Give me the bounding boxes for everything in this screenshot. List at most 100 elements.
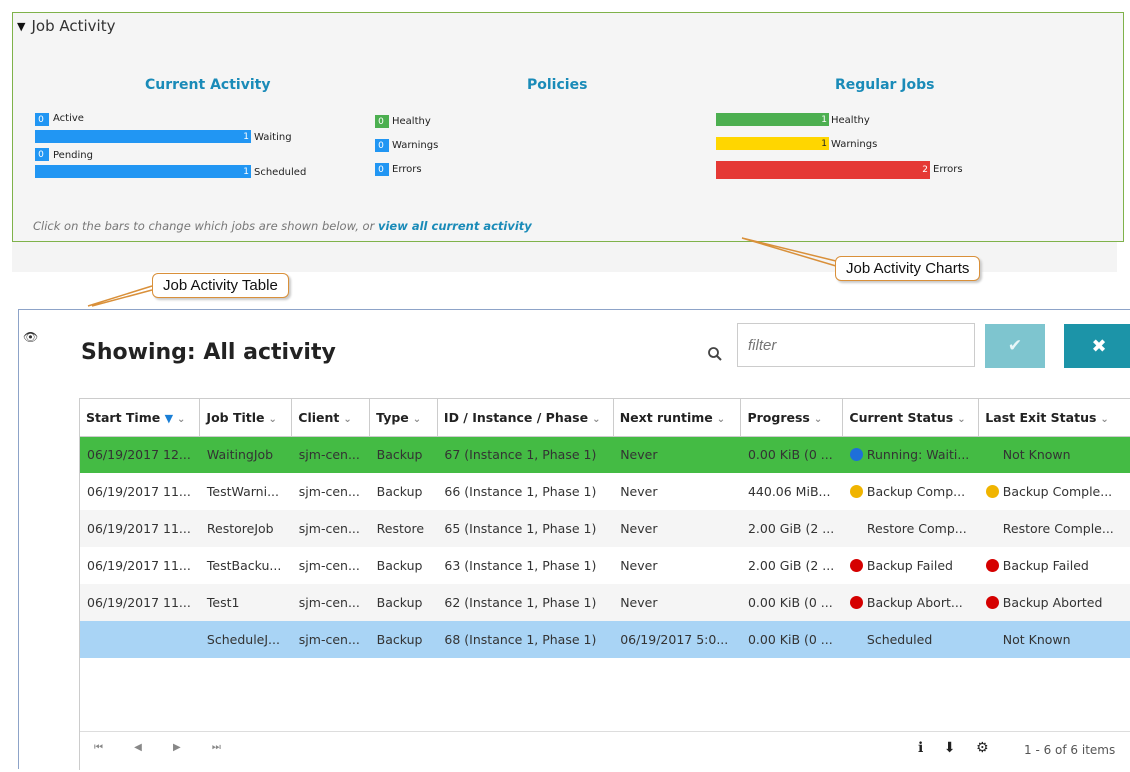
regular-errors-bar[interactable]: 2 [716, 161, 930, 179]
col-start-time[interactable]: Start Time ▼ ⌄ [80, 399, 201, 437]
policies-healthy-label: Healthy [392, 116, 431, 127]
chevron-down-icon[interactable]: ⌄ [717, 414, 725, 425]
cell-text: Backup Aborted [1002, 595, 1103, 610]
table-row[interactable]: 06/19/2017 11... TestBacku... sjm-cen... Ba… [80, 547, 1130, 584]
collapse-triangle-icon[interactable]: ▼ [17, 20, 25, 33]
policies-errors-bar[interactable]: 0 [375, 163, 389, 176]
clear-filter-button[interactable]: ✖ [1064, 324, 1130, 368]
policies-warnings-label: Warnings [392, 140, 439, 151]
table-cell: Never [613, 436, 741, 473]
apply-filter-button[interactable]: ✔ [985, 324, 1045, 368]
table-row[interactable]: 06/19/2017 12... WaitingJob sjm-cen... Back… [80, 436, 1130, 473]
chevron-down-icon[interactable]: ⌄ [269, 414, 277, 425]
cell-text: Never [620, 447, 658, 463]
view-all-activity-link[interactable]: view all current activity [378, 219, 532, 233]
chevron-down-icon[interactable]: ⌄ [957, 414, 965, 425]
table-header-row: Start Time ▼ ⌄ Job Title ⌄ Client ⌄ Type ⌄ I… [80, 399, 1130, 437]
regular-healthy-bar[interactable]: 1 [716, 113, 829, 126]
col-client[interactable]: Client ⌄ [291, 399, 371, 437]
status-dot-icon [849, 596, 863, 609]
col-id-instance-phase[interactable]: ID / Instance / Phase ⌄ [437, 399, 614, 437]
table-cell: Backup Comple... [979, 473, 1130, 510]
waiting-bar[interactable]: 1 [35, 130, 251, 143]
status-dot-icon [985, 485, 999, 498]
table-cell: Backup Comp... [843, 473, 979, 510]
col-job-title[interactable]: Job Title ⌄ [199, 399, 293, 437]
table-cell: Restore Comple... [979, 510, 1130, 547]
cell-text: Backup [376, 632, 423, 647]
col-next-runtime[interactable]: Next runtime ⌄ [613, 399, 742, 437]
table-cell: 0.00 KiB (0 ... [741, 436, 843, 473]
grid-tools[interactable]: ℹ ⬇ ⚙ [918, 740, 997, 756]
regular-warnings-bar[interactable]: 1 [716, 137, 829, 150]
col-last-exit-status[interactable]: Last Exit Status ⌄ [978, 399, 1130, 437]
table-cell: 06/19/2017 11... [80, 473, 200, 510]
sort-desc-icon[interactable]: ▼ [165, 412, 173, 425]
table-cell: Backup [370, 436, 438, 473]
cell-text: Never [620, 558, 658, 573]
cell-text: 2.00 GiB (2 ... [747, 521, 835, 536]
cell-text: Backup Failed [866, 558, 953, 573]
chevron-down-icon[interactable]: ⌄ [413, 414, 421, 425]
showing-title: Showing: All activity [81, 340, 336, 365]
scheduled-bar[interactable]: 1 [35, 165, 251, 178]
cell-text: Backup [376, 484, 423, 499]
chevron-down-icon[interactable]: ⌄ [592, 414, 600, 425]
eye-icon[interactable]: 👁 [23, 330, 38, 344]
table-row[interactable]: 06/19/2017 11... Test1 sjm-cen... Backup 62 … [80, 584, 1130, 621]
filter-input[interactable] [737, 323, 975, 367]
table-cell: 0.00 KiB (0 ... [741, 621, 843, 658]
cell-text: 66 (Instance 1, Phase 1) [444, 484, 597, 499]
cell-text: sjm-cen... [298, 521, 360, 536]
pager-bar: ⏮ ◀ ▶ ⏭ ℹ ⬇ ⚙ 1 - 6 of 6 items [80, 731, 1130, 772]
table-cell: sjm-cen... [292, 473, 370, 510]
cell-text: TestWarni... [206, 484, 279, 499]
col-type[interactable]: Type ⌄ [369, 399, 438, 437]
table-cell: 06/19/2017 5:0... [613, 621, 741, 658]
cell-text: Backup [376, 558, 423, 573]
cell-text: ScheduleJ... [206, 632, 280, 647]
chevron-down-icon[interactable]: ⌄ [177, 414, 185, 425]
cell-text: 68 (Instance 1, Phase 1) [444, 632, 597, 647]
table-cell: Never [613, 510, 741, 547]
cell-text: Restore Comple... [1002, 521, 1114, 536]
table-cell: Backup [370, 621, 438, 658]
pending-bar[interactable]: 0 [35, 148, 49, 161]
table-cell: sjm-cen... [292, 510, 370, 547]
table-row[interactable]: 06/19/2017 11... RestoreJob sjm-cen... Rest… [80, 510, 1130, 547]
cell-text: 0.00 KiB (0 ... [747, 595, 833, 610]
pager-navigation[interactable]: ⏮ ◀ ▶ ⏭ [94, 742, 235, 753]
active-bar[interactable]: 0 [35, 113, 49, 126]
col-current-status[interactable]: Current Status ⌄ [842, 399, 980, 437]
chevron-down-icon[interactable]: ⌄ [1100, 414, 1108, 425]
table-row[interactable]: ScheduleJ... sjm-cen... Backup 68 (Instance… [80, 621, 1130, 658]
chart-hint: Click on the bars to change which jobs a… [33, 219, 532, 233]
table-cell: Test1 [200, 584, 292, 621]
cell-text: Backup Failed [1002, 558, 1089, 573]
table-cell: Backup Abort... [843, 584, 979, 621]
cell-text: Never [620, 484, 658, 499]
chevron-down-icon[interactable]: ⌄ [343, 414, 351, 425]
table-cell: 66 (Instance 1, Phase 1) [437, 473, 613, 510]
job-activity-header[interactable]: ▼ Job Activity [17, 17, 115, 35]
cell-text: 06/19/2017 11... [87, 521, 191, 536]
cell-text: Scheduled [866, 632, 933, 647]
table-cell: Scheduled [843, 621, 979, 658]
cell-text: sjm-cen... [298, 632, 360, 647]
cell-text: Restore [376, 521, 425, 536]
active-label: Active [53, 113, 84, 124]
table-cell: TestWarni... [200, 473, 292, 510]
table-cell: Running: Waiti... [843, 436, 979, 473]
jobs-table: Start Time ▼ ⌄ Job Title ⌄ Client ⌄ Type ⌄ I… [80, 399, 1130, 658]
table-cell: 06/19/2017 11... [80, 547, 200, 584]
policies-warnings-bar[interactable]: 0 [375, 139, 389, 152]
policies-healthy-bar[interactable]: 0 [375, 115, 389, 128]
table-cell [80, 621, 200, 658]
table-cell: Backup Aborted [979, 584, 1130, 621]
job-activity-table-callout: Job Activity Table [152, 273, 289, 298]
col-progress[interactable]: Progress ⌄ [740, 399, 844, 437]
chevron-down-icon[interactable]: ⌄ [814, 414, 822, 425]
table-cell: 65 (Instance 1, Phase 1) [437, 510, 613, 547]
table-row[interactable]: 06/19/2017 11... TestWarni... sjm-cen... Ba… [80, 473, 1130, 510]
table-cell: Restore [370, 510, 438, 547]
